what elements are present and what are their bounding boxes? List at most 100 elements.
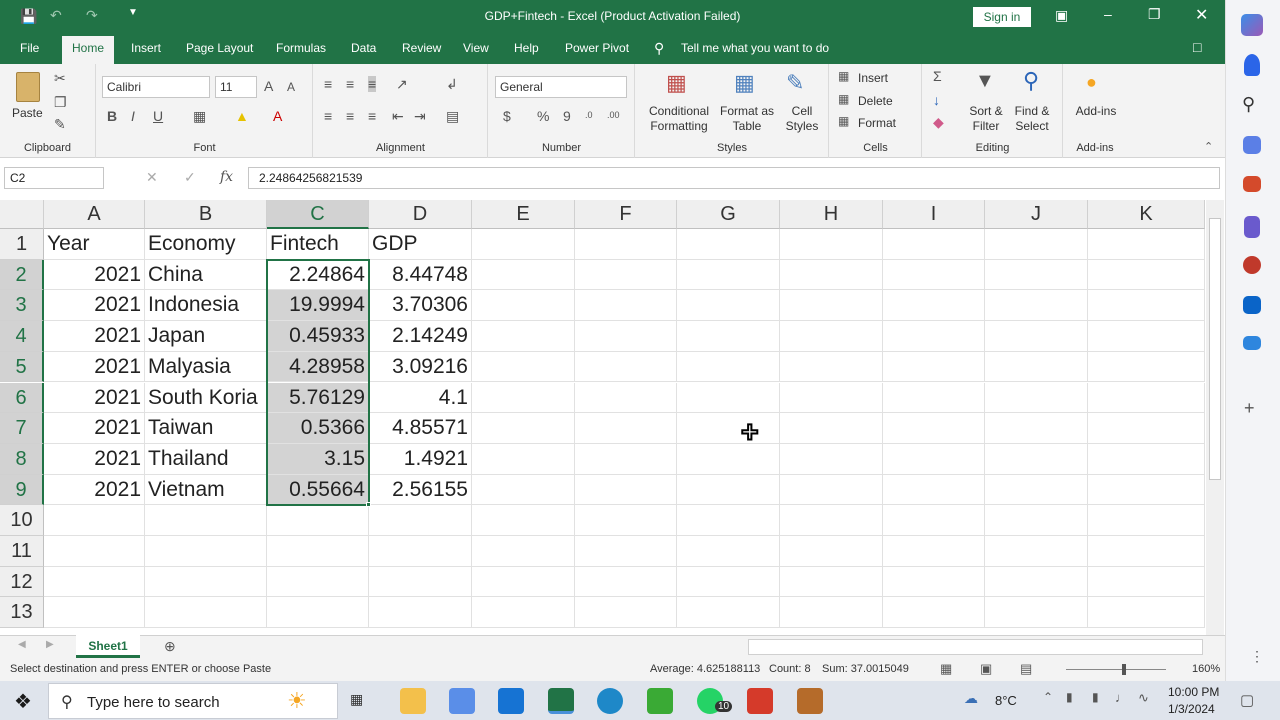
sheet-nav-prev-icon[interactable]: ◀ bbox=[18, 639, 26, 650]
cell-b2[interactable]: China bbox=[145, 259, 267, 291]
cell-g2[interactable] bbox=[677, 259, 780, 291]
cell-f13[interactable] bbox=[575, 597, 677, 629]
align-right-icon[interactable]: ≡ bbox=[368, 108, 376, 124]
task-view-icon[interactable]: ▦ bbox=[350, 691, 363, 708]
cell-a5[interactable]: 2021 bbox=[44, 351, 145, 383]
tab-help[interactable]: Help bbox=[514, 41, 539, 55]
cell-f2[interactable] bbox=[575, 259, 677, 291]
cell-g4[interactable] bbox=[677, 321, 780, 352]
cell-a13[interactable] bbox=[44, 597, 145, 629]
cell-e3[interactable] bbox=[472, 290, 575, 322]
cell-f8[interactable] bbox=[575, 443, 677, 475]
fill-handle[interactable] bbox=[366, 502, 371, 508]
cell-k11[interactable] bbox=[1088, 536, 1205, 567]
bottom-align-icon[interactable]: ≡ bbox=[368, 76, 377, 92]
cell-b7[interactable]: Taiwan bbox=[145, 413, 267, 444]
orientation-icon[interactable]: ↗ bbox=[396, 76, 408, 93]
cell-i4[interactable] bbox=[883, 321, 985, 352]
clear-icon[interactable]: ◆ bbox=[933, 114, 944, 131]
cell-e5[interactable] bbox=[472, 351, 575, 383]
cell-d5[interactable]: 3.09216 bbox=[369, 351, 472, 383]
cell-k10[interactable] bbox=[1088, 505, 1205, 536]
cell-h13[interactable] bbox=[780, 597, 883, 629]
cell-j8[interactable] bbox=[985, 443, 1088, 475]
cell-j9[interactable] bbox=[985, 474, 1088, 506]
cell-e6[interactable] bbox=[472, 382, 575, 414]
cell-a11[interactable] bbox=[44, 536, 145, 567]
insert-cells-button[interactable]: Insert bbox=[858, 71, 888, 86]
cell-b11[interactable] bbox=[145, 536, 267, 567]
cell-d1[interactable]: GDP bbox=[369, 229, 472, 260]
cell-b13[interactable] bbox=[145, 597, 267, 629]
camtasia-green-icon[interactable] bbox=[647, 688, 673, 714]
cell-f1[interactable] bbox=[575, 229, 677, 260]
volume-icon[interactable]: ♩ bbox=[1115, 690, 1128, 705]
cell-e9[interactable] bbox=[472, 474, 575, 506]
cell-f4[interactable] bbox=[575, 321, 677, 352]
cell-j6[interactable] bbox=[985, 382, 1088, 414]
column-header-b[interactable]: B bbox=[145, 200, 267, 229]
search-icon[interactable]: ⚲ bbox=[1242, 94, 1255, 115]
conditional-formatting-button[interactable]: Conditional Formatting bbox=[642, 104, 716, 134]
confirm-entry-icon[interactable]: ✓ bbox=[184, 169, 196, 186]
wrap-text-icon[interactable]: ↲ bbox=[446, 76, 458, 93]
insert-function-icon[interactable]: fx bbox=[220, 169, 233, 185]
page-layout-view-icon[interactable]: ▣ bbox=[980, 661, 992, 677]
cell-f10[interactable] bbox=[575, 505, 677, 536]
clock-time[interactable]: 10:00 PM bbox=[1168, 685, 1219, 699]
row-header-8[interactable]: 8 bbox=[0, 443, 44, 475]
delete-cells-button[interactable]: Delete bbox=[858, 94, 893, 109]
row-header-3[interactable]: 3 bbox=[0, 290, 44, 322]
cell-styles-button[interactable]: Cell Styles bbox=[780, 104, 824, 134]
column-header-a[interactable]: A bbox=[44, 200, 145, 229]
cell-i2[interactable] bbox=[883, 259, 985, 291]
cell-d2[interactable]: 8.44748 bbox=[369, 259, 472, 291]
cell-k12[interactable] bbox=[1088, 566, 1205, 598]
font-size-select[interactable]: 11 bbox=[215, 76, 257, 98]
camtasia-red-icon[interactable] bbox=[747, 688, 773, 714]
cell-d7[interactable]: 4.85571 bbox=[369, 413, 472, 444]
cell-d9[interactable]: 2.56155 bbox=[369, 474, 472, 506]
cell-j3[interactable] bbox=[985, 290, 1088, 322]
paste-icon[interactable] bbox=[16, 72, 40, 102]
cell-f6[interactable] bbox=[575, 382, 677, 414]
column-header-j[interactable]: J bbox=[985, 200, 1088, 229]
underline-button[interactable]: U bbox=[153, 108, 163, 124]
cell-k3[interactable] bbox=[1088, 290, 1205, 322]
cell-e8[interactable] bbox=[472, 443, 575, 475]
wifi-icon[interactable]: ∿ bbox=[1138, 690, 1149, 706]
row-header-2[interactable]: 2 bbox=[0, 259, 44, 291]
cell-e2[interactable] bbox=[472, 259, 575, 291]
sign-in-button[interactable]: Sign in bbox=[973, 7, 1031, 27]
number-format-select[interactable]: General bbox=[495, 76, 627, 98]
italic-button[interactable]: I bbox=[131, 108, 135, 124]
add-icon[interactable]: + bbox=[1244, 398, 1255, 419]
close-icon[interactable]: ✕ bbox=[1195, 5, 1208, 25]
copy-icon[interactable]: ❐ bbox=[54, 94, 67, 111]
row-header-12[interactable]: 12 bbox=[0, 566, 44, 598]
ribbon-display-icon[interactable]: ▣ bbox=[1055, 7, 1068, 24]
cell-k8[interactable] bbox=[1088, 443, 1205, 475]
percent-button[interactable]: % bbox=[537, 108, 549, 124]
more-options-icon[interactable]: ⋮ bbox=[1250, 648, 1264, 665]
cell-d3[interactable]: 3.70306 bbox=[369, 290, 472, 322]
sheet-nav-next-icon[interactable]: ▶ bbox=[46, 639, 54, 650]
decrease-decimal-icon[interactable]: .00 bbox=[607, 110, 620, 120]
zoom-slider[interactable] bbox=[1066, 669, 1166, 670]
send-icon[interactable] bbox=[1243, 336, 1261, 350]
cell-g13[interactable] bbox=[677, 597, 780, 629]
tell-me-search[interactable]: Tell me what you want to do bbox=[681, 41, 829, 55]
copilot-icon[interactable] bbox=[1241, 14, 1263, 36]
games-icon[interactable] bbox=[1244, 216, 1260, 238]
column-header-d[interactable]: D bbox=[369, 200, 472, 229]
cell-j12[interactable] bbox=[985, 566, 1088, 598]
normal-view-icon[interactable]: ▦ bbox=[940, 661, 952, 677]
cell-a2[interactable]: 2021 bbox=[44, 259, 145, 291]
cell-a1[interactable]: Year bbox=[44, 229, 145, 260]
cell-a8[interactable]: 2021 bbox=[44, 443, 145, 475]
middle-align-icon[interactable]: ≡ bbox=[346, 76, 354, 92]
shrink-font-icon[interactable]: A bbox=[287, 80, 295, 94]
cell-i1[interactable] bbox=[883, 229, 985, 260]
cell-j2[interactable] bbox=[985, 259, 1088, 291]
cell-f9[interactable] bbox=[575, 474, 677, 506]
